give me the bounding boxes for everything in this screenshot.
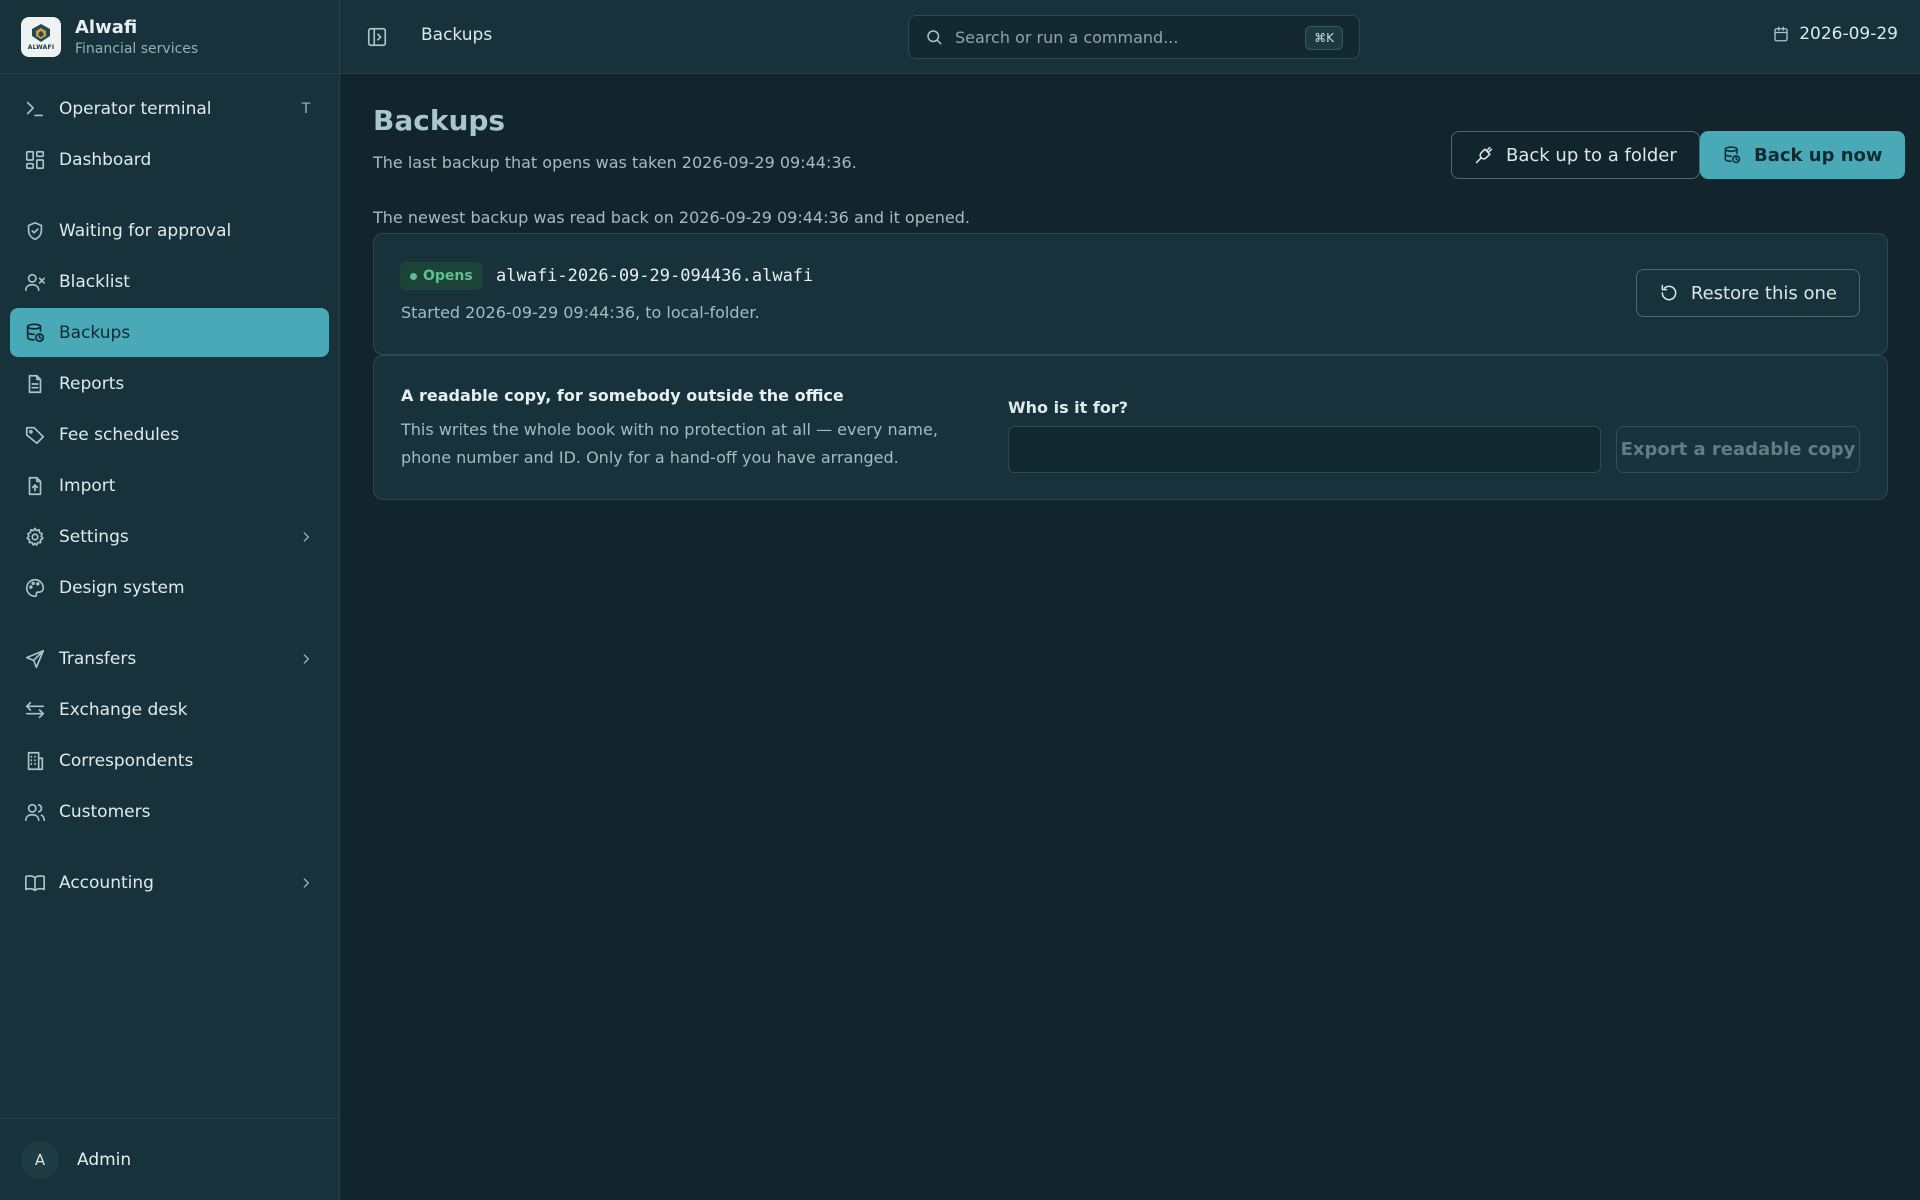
- sidebar-item-label: Exchange desk: [59, 699, 188, 720]
- book-icon: [25, 874, 45, 891]
- status-badge: Opens: [400, 262, 483, 290]
- shortcut-hint: T: [301, 100, 311, 117]
- tag-icon: [25, 426, 45, 444]
- logo-emblem-icon: [32, 23, 50, 42]
- sidebar-item-blacklist[interactable]: Blacklist: [10, 257, 329, 306]
- building-icon: [27, 751, 44, 770]
- back-up-to-folder-button[interactable]: Back up to a folder: [1451, 131, 1700, 179]
- recipient-label: Who is it for?: [1008, 398, 1129, 417]
- sidebar-item-waiting-for-approval[interactable]: Waiting for approval: [10, 206, 329, 255]
- shield-check-icon: [27, 221, 43, 240]
- sidebar-item-customers[interactable]: Customers: [10, 787, 329, 836]
- database-backup-icon: [26, 322, 45, 342]
- sidebar-item-label: Reports: [59, 373, 125, 394]
- backup-filename: alwafi-2026-09-29-094436.alwafi: [496, 266, 814, 286]
- sidebar-item-label: Transfers: [59, 648, 137, 669]
- user-name: Admin: [77, 1149, 132, 1170]
- sidebar-item-label: Correspondents: [59, 750, 194, 771]
- sidebar-item-label: Backups: [59, 322, 131, 343]
- user-menu[interactable]: A Admin: [0, 1118, 339, 1200]
- current-date-text: 2026-09-29: [1799, 24, 1898, 44]
- latest-backup-card: Opens alwafi-2026-09-29-094436.alwafi St…: [373, 233, 1888, 355]
- search-icon: [927, 30, 942, 45]
- rotate-ccw-icon: [1661, 284, 1677, 301]
- sidebar-item-label: Design system: [59, 577, 185, 598]
- sidebar-item-fee-schedules[interactable]: Fee schedules: [10, 410, 329, 459]
- sidebar-item-reports[interactable]: Reports: [10, 359, 329, 408]
- dashboard-icon: [25, 150, 45, 169]
- sidebar-item-operator-terminal[interactable]: Operator terminal T: [10, 84, 329, 133]
- terminal-icon: [26, 101, 44, 116]
- panel-left-icon: [367, 27, 387, 47]
- sidebar-item-transfers[interactable]: Transfers: [10, 634, 329, 683]
- main-content: Backups The last backup that opens was t…: [340, 75, 1920, 1200]
- palette-icon: [25, 578, 45, 597]
- chevron-right-icon: [297, 652, 315, 666]
- verification-status: The newest backup was read back on 2026-…: [373, 208, 970, 227]
- restore-button[interactable]: Restore this one: [1635, 269, 1860, 317]
- sidebar-item-label: Operator terminal: [59, 98, 212, 119]
- sidebar-item-correspondents[interactable]: Correspondents: [10, 736, 329, 785]
- send-icon: [25, 649, 45, 668]
- plug-icon: [1475, 146, 1493, 164]
- calendar-icon: [1774, 26, 1788, 42]
- sidebar-item-label: Import: [59, 475, 116, 496]
- file-upload-icon: [28, 476, 42, 495]
- button-label: Back up to a folder: [1506, 144, 1677, 166]
- sidebar: ALWAFI Alwafi Financial services Operato…: [0, 0, 340, 1200]
- recipient-input[interactable]: [1008, 426, 1601, 473]
- sidebar-toggle-button[interactable]: [366, 26, 388, 48]
- page-title: Backups: [373, 104, 506, 137]
- user-x-icon: [25, 273, 45, 291]
- status-dot: [410, 272, 417, 280]
- sidebar-item-accounting[interactable]: Accounting: [10, 858, 329, 907]
- chevron-right-icon: [297, 876, 315, 890]
- gear-icon: [26, 526, 44, 546]
- brand-logo: ALWAFI: [21, 16, 61, 57]
- sidebar-item-import[interactable]: Import: [10, 461, 329, 510]
- export-description: This writes the whole book with no prote…: [401, 420, 938, 467]
- export-readable-copy-button[interactable]: Export a readable copy: [1616, 426, 1860, 473]
- sidebar-item-design-system[interactable]: Design system: [10, 563, 329, 612]
- backup-started: Started 2026-09-29 09:44:36, to local-fo…: [401, 303, 760, 322]
- sidebar-item-label: Fee schedules: [59, 424, 180, 445]
- chevron-right-icon: [297, 530, 315, 544]
- brand-header: ALWAFI Alwafi Financial services: [0, 0, 339, 74]
- search-shortcut-badge: ⌘K: [1305, 26, 1343, 50]
- sidebar-item-settings[interactable]: Settings: [10, 512, 329, 561]
- users-icon: [25, 803, 45, 821]
- page-subtitle: The last backup that opens was taken 202…: [373, 153, 857, 172]
- topbar: Backups ⌘K 2026-09-29: [340, 0, 1920, 74]
- sidebar-item-backups[interactable]: Backups: [10, 308, 329, 357]
- sidebar-item-label: Customers: [59, 801, 151, 822]
- sidebar-item-label: Settings: [59, 526, 129, 547]
- file-text-icon: [28, 374, 42, 393]
- search-input[interactable]: [955, 27, 1295, 47]
- breadcrumb: Backups: [421, 25, 493, 45]
- sidebar-item-exchange-desk[interactable]: Exchange desk: [10, 685, 329, 734]
- logo-wordmark: ALWAFI: [27, 43, 55, 51]
- export-title: A readable copy, for somebody outside th…: [401, 386, 844, 405]
- brand-name: Alwafi: [75, 16, 138, 38]
- button-label: Restore this one: [1690, 282, 1837, 304]
- arrows-exchange-icon: [25, 701, 45, 718]
- button-label: Back up now: [1754, 144, 1883, 166]
- command-search[interactable]: ⌘K: [908, 15, 1360, 59]
- sidebar-item-label: Accounting: [59, 872, 154, 893]
- avatar: A: [21, 1140, 59, 1179]
- back-up-now-button[interactable]: Back up now: [1700, 131, 1905, 179]
- status-badge-label: Opens: [423, 268, 473, 284]
- sidebar-item-label: Blacklist: [59, 271, 130, 292]
- sidebar-nav: Operator terminal T Dashboard Waiting fo…: [0, 74, 339, 907]
- database-backup-icon: [1724, 146, 1741, 164]
- current-date: 2026-09-29: [1772, 24, 1898, 44]
- sidebar-item-dashboard[interactable]: Dashboard: [10, 135, 329, 184]
- sidebar-item-label: Waiting for approval: [59, 220, 232, 241]
- brand-subtitle: Financial services: [75, 40, 199, 57]
- sidebar-item-label: Dashboard: [59, 149, 152, 170]
- readable-export-card: A readable copy, for somebody outside th…: [373, 355, 1888, 500]
